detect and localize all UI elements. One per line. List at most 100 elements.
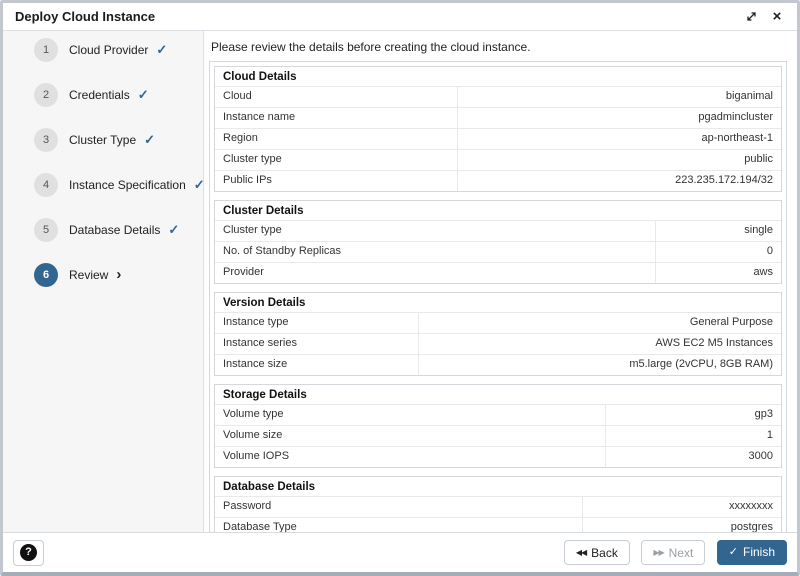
wizard-step-cloud-provider: 1 Cloud Provider ✓: [34, 38, 203, 62]
step-label: Cloud Provider: [69, 43, 148, 57]
row-value: single: [656, 221, 781, 241]
row-public-ips: Public IPs223.235.172.194/32: [215, 170, 781, 191]
wizard-step-credentials: 2 Credentials ✓: [34, 83, 203, 107]
row-instance-series: Instance seriesAWS EC2 M5 Instances: [215, 333, 781, 354]
check-icon: ✓: [144, 132, 155, 148]
wizard-step-review: 6 Review ›: [34, 263, 203, 287]
section-title: Database Details: [215, 477, 781, 496]
row-region: Regionap-northeast-1: [215, 128, 781, 149]
row-label: Password: [215, 497, 583, 517]
section-title: Cloud Details: [215, 67, 781, 86]
row-provider: Provideraws: [215, 262, 781, 283]
row-volume-size: Volume size1: [215, 425, 781, 446]
row-instance-size: Instance sizem5.large (2vCPU, 8GB RAM): [215, 354, 781, 375]
review-panel: Cloud DetailsCloudbiganimalInstance name…: [209, 61, 787, 565]
row-label: Instance series: [215, 334, 419, 354]
dialog-titlebar: Deploy Cloud Instance ×: [3, 3, 797, 31]
row-value: public: [458, 150, 781, 170]
step-number-badge: 3: [34, 128, 58, 152]
footer-actions: ◀◀ Back ▶▶ Next ✓ Finish: [557, 540, 787, 566]
section-title: Storage Details: [215, 385, 781, 404]
row-label: Cluster type: [215, 150, 458, 170]
wizard-step-database-details: 5 Database Details ✓: [34, 218, 203, 242]
row-label: Instance size: [215, 355, 419, 375]
maximize-icon[interactable]: [743, 9, 759, 25]
step-label: Credentials: [69, 88, 130, 102]
row-label: Public IPs: [215, 171, 458, 191]
next-button[interactable]: ▶▶ Next: [641, 540, 705, 565]
step-number-badge: 6: [34, 263, 58, 287]
finish-button[interactable]: ✓ Finish: [717, 540, 787, 565]
row-label: Cloud: [215, 87, 458, 107]
wizard-steps-sidebar: 1 Cloud Provider ✓ 2 Credentials ✓ 3 Cluster Ty…: [3, 31, 204, 532]
section-cluster-details: Cluster DetailsCluster typesingleNo. of …: [214, 200, 782, 284]
row-volume-type: Volume typegp3: [215, 404, 781, 425]
row-value: pgadmincluster: [458, 108, 781, 128]
row-label: Volume IOPS: [215, 447, 606, 467]
dialog-footer: ? ◀◀ Back ▶▶ Next ✓ Finish: [3, 532, 797, 572]
dialog-title: Deploy Cloud Instance: [15, 9, 733, 24]
row-instance-name: Instance namepgadmincluster: [215, 107, 781, 128]
wizard-step-cluster-type: 3 Cluster Type ✓: [34, 128, 203, 152]
row-label: Volume type: [215, 405, 606, 425]
review-intro-text: Please review the details before creatin…: [211, 40, 787, 54]
step-number-badge: 5: [34, 218, 58, 242]
row-cloud: Cloudbiganimal: [215, 86, 781, 107]
close-icon[interactable]: ×: [769, 9, 785, 25]
check-icon: ✓: [729, 547, 738, 558]
step-number-badge: 4: [34, 173, 58, 197]
row-value: aws: [656, 263, 781, 283]
row-label: Provider: [215, 263, 656, 283]
section-version-details: Version DetailsInstance typeGeneral Purp…: [214, 292, 782, 376]
row-no-of-standby-replicas: No. of Standby Replicas0: [215, 241, 781, 262]
wizard-step-instance-specification: 4Instance Specification✓: [34, 173, 203, 197]
step-label: Instance Specification: [69, 178, 186, 192]
step-label: Database Details: [69, 223, 160, 237]
row-value: 223.235.172.194/32: [458, 171, 781, 191]
section-title: Version Details: [215, 293, 781, 312]
section-cloud-details: Cloud DetailsCloudbiganimalInstance name…: [214, 66, 782, 192]
row-cluster-type: Cluster typepublic: [215, 149, 781, 170]
step-number-badge: 1: [34, 38, 58, 62]
section-storage-details: Storage DetailsVolume typegp3Volume size…: [214, 384, 782, 468]
row-value: 0: [656, 242, 781, 262]
row-value: General Purpose: [419, 313, 781, 333]
row-label: Cluster type: [215, 221, 656, 241]
row-label: Volume size: [215, 426, 606, 446]
row-value: 1: [606, 426, 781, 446]
row-value: gp3: [606, 405, 781, 425]
check-icon: ✓: [168, 222, 179, 238]
step-label: Review: [69, 268, 108, 282]
finish-button-label: Finish: [743, 545, 775, 559]
deploy-cloud-instance-dialog: Deploy Cloud Instance × 1 Cloud Provider ✓…: [0, 0, 800, 576]
back-button[interactable]: ◀◀ Back: [564, 540, 630, 565]
double-left-arrow-icon: ◀◀: [576, 549, 586, 557]
row-label: Region: [215, 129, 458, 149]
check-icon: ✓: [138, 87, 149, 103]
row-value: xxxxxxxx: [583, 497, 781, 517]
row-value: 3000: [606, 447, 781, 467]
check-icon: ✓: [156, 42, 167, 58]
chevron-right-icon: ›: [116, 268, 121, 282]
next-button-label: Next: [669, 546, 694, 560]
review-content: Please review the details before creatin…: [204, 31, 797, 532]
back-button-label: Back: [591, 546, 618, 560]
double-right-arrow-icon: ▶▶: [653, 549, 663, 557]
row-label: Instance type: [215, 313, 419, 333]
row-label: No. of Standby Replicas: [215, 242, 656, 262]
step-label: Cluster Type: [69, 133, 136, 147]
help-button[interactable]: ?: [13, 540, 44, 566]
row-password: Passwordxxxxxxxx: [215, 496, 781, 517]
dialog-body: 1 Cloud Provider ✓ 2 Credentials ✓ 3 Cluster Ty…: [3, 31, 797, 532]
row-value: AWS EC2 M5 Instances: [419, 334, 781, 354]
row-cluster-type: Cluster typesingle: [215, 220, 781, 241]
row-instance-type: Instance typeGeneral Purpose: [215, 312, 781, 333]
question-mark-icon: ?: [20, 544, 37, 561]
row-value: m5.large (2vCPU, 8GB RAM): [419, 355, 781, 375]
section-title: Cluster Details: [215, 201, 781, 220]
row-volume-iops: Volume IOPS3000: [215, 446, 781, 467]
row-label: Instance name: [215, 108, 458, 128]
step-number-badge: 2: [34, 83, 58, 107]
row-value: ap-northeast-1: [458, 129, 781, 149]
row-value: biganimal: [458, 87, 781, 107]
